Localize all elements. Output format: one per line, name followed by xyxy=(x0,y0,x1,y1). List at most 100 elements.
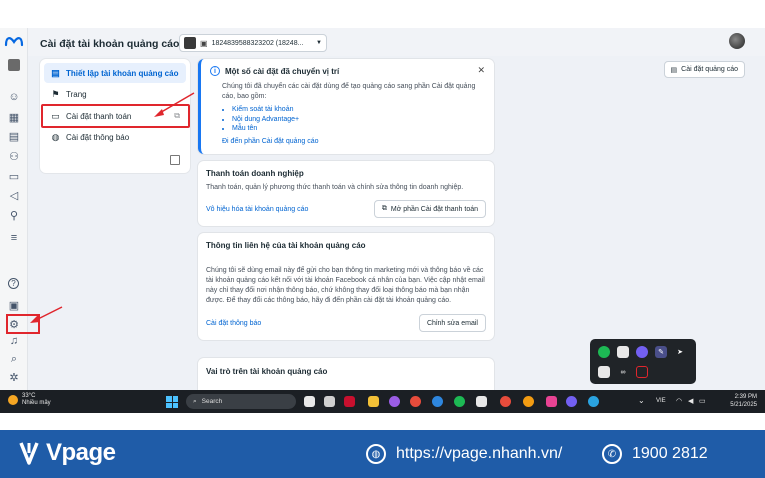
task-view-icon[interactable] xyxy=(304,396,315,407)
collapse-panel-icon[interactable] xyxy=(170,155,180,165)
nav-item-pages[interactable]: ⚑ Trang xyxy=(44,84,186,104)
pen-icon[interactable]: ✎ xyxy=(655,346,667,358)
app-icon[interactable] xyxy=(476,396,487,407)
clock[interactable]: 2:39 PM 5/21/2025 xyxy=(730,393,757,409)
nav-item-account-setup[interactable]: ▤ Thiết lập tài khoản quảng cáo xyxy=(44,63,186,83)
spotify-icon[interactable] xyxy=(454,396,465,407)
website-url: https://vpage.nhanh.vn/ xyxy=(396,445,563,462)
audience-icon[interactable]: ⚲ xyxy=(6,208,22,222)
chrome-tray-icon[interactable] xyxy=(598,366,610,378)
phone-info[interactable]: ✆ 1900 2812 xyxy=(602,444,708,464)
credit-card-icon: ▭ xyxy=(51,110,60,121)
table-icon[interactable]: ▦ xyxy=(6,110,22,124)
app-icon[interactable] xyxy=(389,396,400,407)
notice-link-name-template[interactable]: Mẫu tên xyxy=(232,124,484,134)
left-rail: ☺ ▦ ▤ ⚇ ▭ ◁ ⚲ ≡ ? ▣ ⚙ ♫ ⌕ ✲ xyxy=(0,28,28,390)
link-icon[interactable]: ∞ xyxy=(617,366,629,378)
business-payment-card: Thanh toán doanh nghiệp Thanh toán, quản… xyxy=(198,161,494,226)
roles-title: Vai trò trên tài khoản quảng cáo xyxy=(206,367,328,376)
clock-date: 5/21/2025 xyxy=(730,402,757,408)
menu-icon[interactable]: ≡ xyxy=(6,231,22,245)
nav-item-label: Trang xyxy=(66,89,87,99)
gear-icon[interactable]: ⚙ xyxy=(6,317,22,331)
people-icon[interactable]: ⚇ xyxy=(6,149,22,163)
billing-icon[interactable]: ▭ xyxy=(6,169,22,183)
ad-account-roles-card: Vai trò trên tài khoản quảng cáo xyxy=(198,358,494,390)
brand-name: Vpage xyxy=(46,439,116,466)
nav-item-label: Cài đặt thông báo xyxy=(66,132,130,142)
user-avatar[interactable] xyxy=(729,33,745,49)
open-payment-settings-button[interactable]: ⧉ Mở phần Cài đặt thanh toán xyxy=(373,200,486,218)
input-language[interactable]: VIE xyxy=(656,398,666,404)
go-to-ad-settings-link[interactable]: Đi đến phần Cài đặt quảng cáo xyxy=(222,138,484,145)
edit-email-label: Chỉnh sửa email xyxy=(427,319,478,327)
notification-settings-link[interactable]: Cài đặt thông báo xyxy=(206,320,261,327)
notice-link-advantage[interactable]: Nội dung Advantage+ xyxy=(232,115,484,125)
chrome-icon[interactable] xyxy=(500,396,511,407)
edge-icon[interactable] xyxy=(432,396,443,407)
notice-description: Chúng tôi đã chuyển các cài đặt dùng để … xyxy=(222,83,476,100)
nav-item-label: Cài đặt thanh toán xyxy=(66,111,132,121)
app-icon[interactable] xyxy=(546,396,557,407)
notice-link-account-controls[interactable]: Kiểm soát tài khoản xyxy=(232,105,484,115)
account-thumbnail-icon[interactable] xyxy=(8,59,20,71)
wifi-icon[interactable]: ◠ xyxy=(676,397,682,405)
taskbar-search[interactable]: ⌕ Search xyxy=(186,394,296,409)
weather-temp: 33°C xyxy=(22,393,36,399)
spotify-icon[interactable] xyxy=(598,346,610,358)
capture-icon[interactable] xyxy=(636,366,648,378)
file-explorer-icon[interactable] xyxy=(368,396,379,407)
pages-icon[interactable]: ▤ xyxy=(6,129,22,143)
help-icon[interactable]: ? xyxy=(8,278,19,289)
viber-icon[interactable] xyxy=(636,346,648,358)
close-icon[interactable]: ✕ xyxy=(477,65,485,76)
weather-widget[interactable]: 33°C Nhiều mây xyxy=(8,393,51,407)
weather-icon xyxy=(8,395,18,405)
app-tray-icon[interactable] xyxy=(617,346,629,358)
edit-email-button[interactable]: Chỉnh sửa email xyxy=(419,314,486,332)
search-placeholder: Search xyxy=(201,398,223,405)
bug-icon[interactable]: ✲ xyxy=(6,370,22,384)
search-icon[interactable]: ⌕ xyxy=(6,352,22,366)
battery-icon[interactable]: ▭ xyxy=(699,397,706,405)
viber-icon[interactable] xyxy=(566,396,577,407)
payment-title: Thanh toán doanh nghiệp xyxy=(206,169,304,178)
weather-desc: Nhiều mây xyxy=(22,400,51,406)
page-title: Cài đặt tài khoản quảng cáo xyxy=(40,38,180,50)
external-link-icon: ⧉ xyxy=(174,111,180,120)
meta-logo-icon[interactable] xyxy=(4,33,24,49)
ad-settings-button[interactable]: ▤ Cài đặt quảng cáo xyxy=(663,61,745,78)
contact-title: Thông tin liên hệ của tài khoản quảng cá… xyxy=(206,241,366,250)
chrome-icon[interactable] xyxy=(410,396,421,407)
external-link-icon: ⧉ xyxy=(381,205,387,212)
page-header: Cài đặt tài khoản quảng cáo ▣ 1824839588… xyxy=(28,28,765,56)
windows-start-icon[interactable] xyxy=(166,396,178,408)
app-icon[interactable] xyxy=(344,396,355,407)
app-icon[interactable] xyxy=(324,396,335,407)
chrome-icon[interactable] xyxy=(523,396,534,407)
payment-description: Thanh toán, quản lý phương thức thanh to… xyxy=(206,184,464,191)
smiley-icon[interactable]: ☺ xyxy=(6,90,22,104)
tray-chevron-icon[interactable]: ⌄ xyxy=(638,396,645,405)
nav-item-notification-settings[interactable]: ◍ Cài đặt thông báo xyxy=(44,127,186,147)
nav-item-payment-settings[interactable]: ▭ Cài đặt thanh toán ⧉ xyxy=(44,106,186,126)
telegram-icon[interactable] xyxy=(588,396,599,407)
contact-description: Chúng tôi sẽ dùng email này để gửi cho b… xyxy=(206,267,485,304)
open-payment-settings-label: Mở phần Cài đặt thanh toán xyxy=(390,205,478,213)
speaker-icon[interactable]: ◀ xyxy=(688,397,693,405)
website-info[interactable]: ◍ https://vpage.nhanh.vn/ xyxy=(366,444,562,464)
reports-icon[interactable]: ▣ xyxy=(6,298,22,312)
settings-sliders-icon: ▤ xyxy=(670,66,678,74)
contact-info-card: Thông tin liên hệ của tài khoản quảng cá… xyxy=(198,233,494,340)
ad-settings-button-label: Cài đặt quảng cáo xyxy=(681,66,738,73)
deactivate-account-link[interactable]: Vô hiệu hóa tài khoản quảng cáo xyxy=(206,206,308,213)
megaphone-icon[interactable]: ◁ xyxy=(6,188,22,202)
account-id: 1824839588323202 (18248... xyxy=(211,39,304,47)
bell-icon[interactable]: ♫ xyxy=(6,334,22,348)
ad-account-selector[interactable]: ▣ 1824839588323202 (18248... ▼ xyxy=(179,34,327,52)
moved-settings-notice: i Một số cài đặt đã chuyển vị trí ✕ Chún… xyxy=(198,59,494,154)
globe-icon: ◍ xyxy=(51,131,60,142)
phone-icon: ✆ xyxy=(602,444,622,464)
telegram-icon[interactable]: ➤ xyxy=(674,346,686,358)
phone-number: 1900 2812 xyxy=(632,445,708,462)
